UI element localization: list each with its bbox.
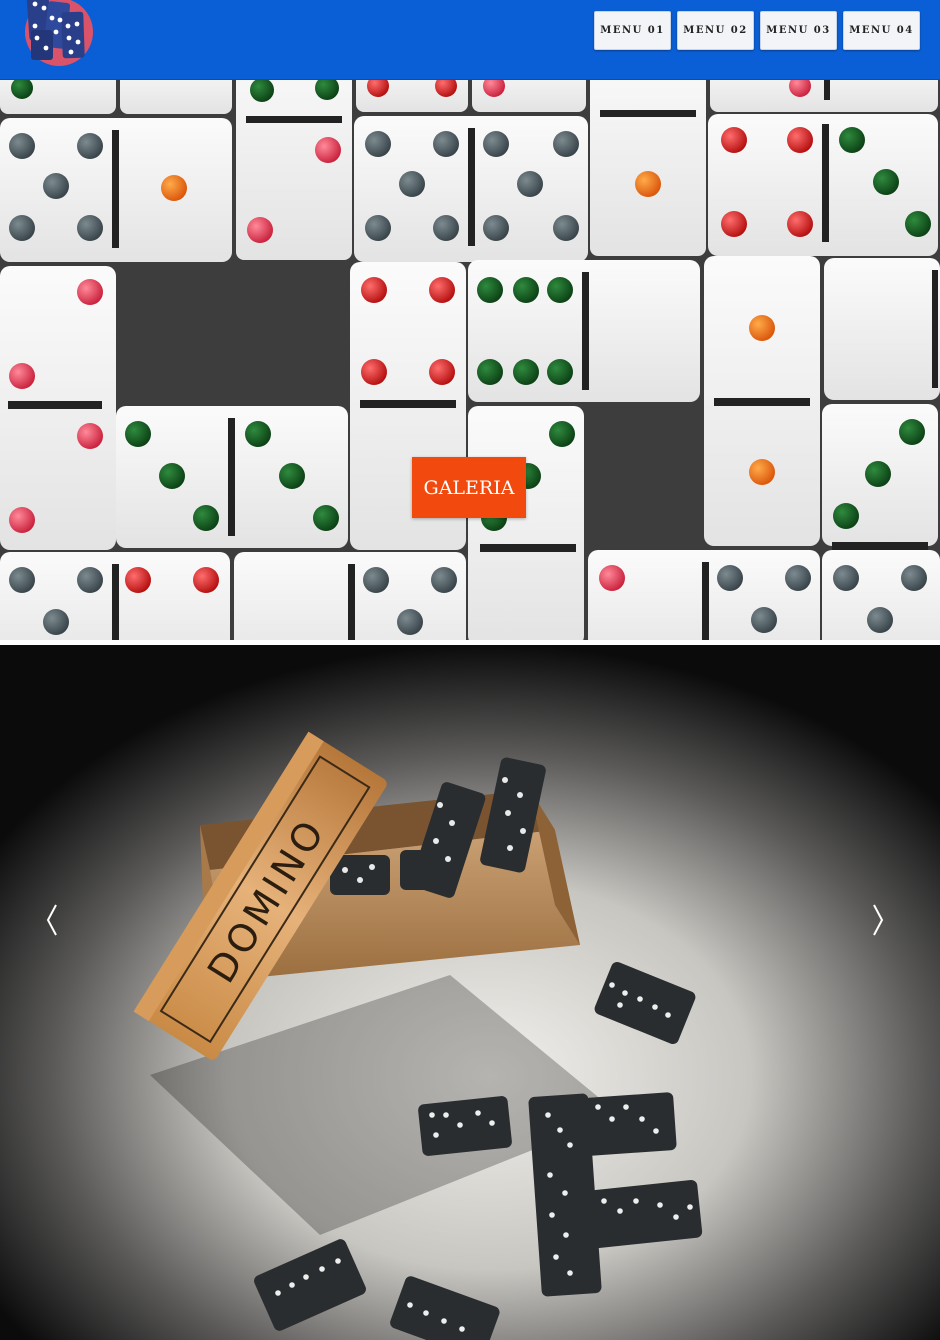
domino-tiles-photo [0,80,940,640]
menu-03-button[interactable]: MENU 03 [760,11,837,50]
galeria-button[interactable]: GALERIA [412,457,526,518]
dominoes-logo-icon[interactable] [22,0,96,76]
main-menu: MENU 01 MENU 02 MENU 03 MENU 04 [594,11,920,50]
menu-04-button[interactable]: MENU 04 [843,11,920,50]
hero-banner: GALERIA [0,80,940,640]
site-header: MENU 01 MENU 02 MENU 03 MENU 04 [0,0,940,80]
domino-box-photo: DOMINO [0,645,940,1340]
image-slider: DOMINO [0,645,940,1340]
menu-02-button[interactable]: MENU 02 [677,11,754,50]
menu-01-button[interactable]: MENU 01 [594,11,671,50]
chevron-right-icon[interactable] [864,895,894,945]
chevron-left-icon[interactable] [36,895,66,945]
